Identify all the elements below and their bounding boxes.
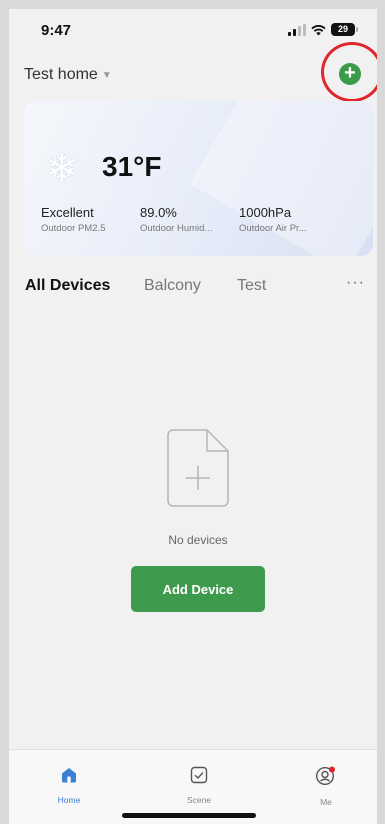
profile-icon [315,766,335,786]
tab-all-devices[interactable]: All Devices [25,277,110,295]
stat-value: 89.0% [140,205,177,220]
stat-label: Outdoor Humid... [140,223,213,234]
weather-card[interactable]: ❄ 31°F Excellent Outdoor PM2.5 89.0% Out… [24,101,373,256]
wifi-icon [311,24,326,35]
tabbar-label: Me [320,797,332,807]
stat-pm25: Excellent Outdoor PM2.5 [41,205,105,234]
home-icon [62,768,76,783]
stat-value: Excellent [41,205,94,220]
empty-state-text: No devices [168,533,228,547]
tabbar-item-scene[interactable]: Scene [169,766,229,805]
home-indicator [122,813,256,818]
snowflake-icon: ❄ [46,148,78,190]
stat-label: Outdoor Air Pr... [239,223,307,234]
tabbar-label: Scene [186,795,212,805]
app-screen: 9:47 29 Test home ▼ + ❄ 31°F Excellent O… [9,9,377,824]
add-device-button[interactable]: Add Device [131,566,265,612]
tabbar-item-me[interactable]: Me [296,766,356,807]
caret-down-icon: ▼ [101,69,112,81]
tabbar-item-home[interactable]: Home [39,766,99,805]
stat-air-pressure: 1000hPa Outdoor Air Pr... [239,205,307,234]
empty-document-icon [167,429,229,507]
tab-balcony[interactable]: Balcony [144,277,201,295]
signal-icon [288,23,306,36]
temperature: 31°F [102,151,162,182]
tabbar-label: Home [57,795,81,805]
home-selector[interactable]: Test home ▼ [24,66,112,84]
room-tabs: All Devices Balcony Test ··· [25,274,365,301]
stat-value: 1000hPa [239,205,292,220]
more-icon[interactable]: ··· [346,274,365,292]
battery-icon: 29 [331,23,358,36]
status-icons: 29 [288,23,358,36]
add-button[interactable]: + [339,63,361,85]
tab-test[interactable]: Test [237,277,266,295]
home-name: Test home [24,66,98,83]
status-bar: 9:47 29 [9,9,377,53]
stat-label: Outdoor PM2.5 [41,223,106,234]
stat-humidity: 89.0% Outdoor Humid... [140,205,212,234]
status-time: 9:47 [41,22,72,39]
scene-check-icon [190,766,208,784]
